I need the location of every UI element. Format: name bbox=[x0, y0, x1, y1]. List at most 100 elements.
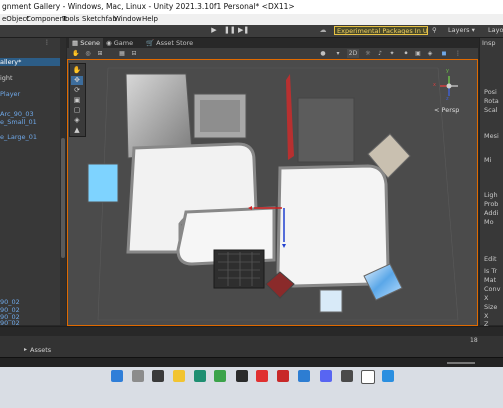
file-explorer-icon[interactable] bbox=[173, 370, 185, 382]
effects-icon[interactable]: ✦ bbox=[387, 49, 397, 58]
inspector-mo: Mo bbox=[484, 218, 494, 226]
menu-window[interactable]: Window bbox=[114, 15, 142, 23]
hierarchy-item-large[interactable]: e_Large_01 bbox=[0, 133, 60, 141]
persp-label[interactable]: < Persp bbox=[434, 106, 459, 114]
window-titlebar: gnment Gallery - Windows, Mac, Linux - U… bbox=[0, 0, 503, 14]
asset-count-label: 18 bbox=[470, 337, 478, 344]
more-icon[interactable]: ⋮ bbox=[44, 39, 50, 46]
tab-inspector[interactable]: Insp bbox=[482, 39, 496, 47]
menu-tools[interactable]: Tools bbox=[62, 15, 79, 23]
hidden-objects-icon[interactable]: ⚫ bbox=[401, 49, 411, 58]
layout-dropdown[interactable]: Layo bbox=[488, 26, 503, 34]
step-icon[interactable]: ▶❚ bbox=[238, 26, 249, 35]
camera-icon[interactable]: ▣ bbox=[413, 49, 423, 58]
dark-block bbox=[297, 97, 355, 163]
scene-menu-icon[interactable]: ⋮ bbox=[453, 49, 463, 58]
menu-help[interactable]: Help bbox=[142, 15, 158, 23]
scale-tool-icon[interactable]: ▣ bbox=[71, 96, 83, 105]
grate-floor bbox=[213, 249, 265, 289]
pivot-icon[interactable]: ◎ bbox=[83, 49, 93, 58]
custom-tool-icon[interactable]: ▲ bbox=[71, 126, 83, 135]
inspector-probes: Prob bbox=[484, 200, 499, 208]
hierarchy-item-90-a[interactable]: 90_02 bbox=[0, 298, 60, 306]
scene-render bbox=[87, 67, 459, 321]
inspector-lighting: Ligh bbox=[484, 191, 498, 199]
shading-sphere-icon[interactable]: ● bbox=[317, 49, 329, 58]
assets-breadcrumb[interactable]: Assets bbox=[30, 346, 51, 354]
hand-tool-icon[interactable]: ✋ bbox=[71, 49, 81, 58]
app-icon[interactable] bbox=[236, 370, 248, 382]
mail-icon[interactable] bbox=[298, 370, 310, 382]
lighting-icon[interactable]: ☼ bbox=[363, 49, 373, 58]
blue-panel bbox=[87, 163, 119, 203]
zoom-slider[interactable] bbox=[447, 362, 475, 364]
audio-icon[interactable]: ♪ bbox=[375, 49, 385, 58]
rotate-tool-icon[interactable]: ⟳ bbox=[71, 86, 83, 95]
main-toolbar: ▶ ❚❚ ▶❚ ☁ Experimental Packages In Use ▾… bbox=[0, 25, 503, 38]
view-tabbar: ▦ Scene ◉ Game 🛒 Asset Store bbox=[67, 38, 478, 48]
gizmos-icon[interactable]: ◈ bbox=[425, 49, 435, 58]
steam-icon[interactable] bbox=[341, 370, 353, 382]
hierarchy-item-scene[interactable]: allery* bbox=[0, 58, 60, 66]
menu-sketchfab[interactable]: Sketchfab bbox=[82, 15, 117, 23]
hierarchy-item-player[interactable]: Player bbox=[0, 90, 60, 98]
cloud-icon[interactable]: ☁ bbox=[318, 26, 328, 35]
tab-scene-label: Scene bbox=[80, 39, 101, 47]
light-cube bbox=[319, 289, 343, 313]
unity-icon[interactable] bbox=[361, 370, 375, 384]
grid-icon[interactable]: ▦ bbox=[117, 49, 127, 58]
folder-icon: ▸ bbox=[24, 346, 28, 353]
edge-icon[interactable] bbox=[194, 370, 206, 382]
mcafee-icon[interactable] bbox=[277, 370, 289, 382]
scene-toolbar: ✋ ◎ ⊞ ▦ ⊟ ● ▾ 2D ☼ ♪ ✦ ⚫ ▣ ◈ ◼ ⋮ bbox=[67, 48, 478, 59]
inspector-panel: Insp Posi Rota Scal Mesi Mi Ligh Prob Ad… bbox=[479, 38, 503, 328]
hierarchy-item-light[interactable]: ight bbox=[0, 74, 60, 82]
rect-tool-icon[interactable]: ▢ bbox=[71, 106, 83, 115]
search-icon[interactable]: ⚲ bbox=[432, 26, 437, 34]
windows-taskbar bbox=[0, 367, 503, 408]
hierarchy-item-small[interactable]: e_Small_01 bbox=[0, 118, 60, 126]
hierarchy-item-arc[interactable]: Arc_90_03 bbox=[0, 110, 60, 118]
tab-asset-store[interactable]: 🛒 Asset Store bbox=[143, 38, 196, 48]
discord-icon[interactable] bbox=[320, 370, 332, 382]
global-icon[interactable]: ⊞ bbox=[95, 49, 105, 58]
project-panel: ▸ Assets 18 bbox=[0, 326, 503, 358]
move-tool-icon[interactable]: ✥ bbox=[71, 76, 83, 85]
tab-game-label: Game bbox=[113, 39, 134, 47]
orientation-gizmo bbox=[440, 76, 458, 96]
transform-tool-icon[interactable]: ◈ bbox=[71, 116, 83, 125]
scene-tools-overlay: ✋ ✥ ⟳ ▣ ▢ ◈ ▲ bbox=[69, 63, 86, 137]
hierarchy-scrollbar[interactable] bbox=[60, 38, 66, 325]
tab-asset-store-label: Asset Store bbox=[156, 39, 194, 47]
play-icon[interactable]: ▶ bbox=[209, 26, 219, 35]
search-taskbar-icon[interactable] bbox=[132, 370, 144, 382]
scene-view[interactable]: y x z < Persp ✋ ✥ ⟳ ▣ ▢ ◈ ▲ bbox=[67, 59, 478, 326]
inspector-material: Mat bbox=[484, 276, 497, 284]
gizmo-toggle-icon[interactable]: ◼ bbox=[439, 49, 449, 58]
experimental-packages-dropdown[interactable]: Experimental Packages In Use ▾ bbox=[334, 26, 428, 35]
layers-dropdown[interactable]: Layers ▾ bbox=[448, 26, 475, 34]
inspector-size-x: X bbox=[484, 312, 489, 320]
pause-icon[interactable]: ❚❚ bbox=[224, 26, 236, 35]
app-red-icon[interactable] bbox=[256, 370, 268, 382]
inspector-x: X bbox=[484, 294, 489, 302]
task-view-icon[interactable] bbox=[152, 370, 164, 382]
project-tabbar bbox=[0, 327, 503, 336]
app-blue-icon[interactable] bbox=[382, 370, 394, 382]
inspector-edit[interactable]: Edit bbox=[484, 255, 497, 263]
shading-dropdown-icon[interactable]: ▾ bbox=[333, 49, 343, 58]
gallery-room-right bbox=[276, 164, 390, 288]
inspector-scale: Scal bbox=[484, 106, 498, 114]
chrome-icon[interactable] bbox=[214, 370, 226, 382]
windows-start-icon[interactable] bbox=[111, 370, 123, 382]
tab-scene[interactable]: ▦ Scene bbox=[69, 38, 104, 48]
tab-game[interactable]: ◉ Game bbox=[103, 38, 136, 48]
inspector-rotation: Rota bbox=[484, 97, 499, 105]
axis-z-label: z bbox=[446, 96, 449, 102]
mode-2d-button[interactable]: 2D bbox=[347, 49, 359, 58]
view-tool-icon[interactable]: ✋ bbox=[71, 66, 83, 75]
menu-component[interactable]: Component bbox=[26, 15, 67, 23]
axis-x-label: x bbox=[433, 82, 436, 88]
hierarchy-panel: ⋮ allery* ight Player Arc_90_03 e_Small_… bbox=[0, 38, 66, 327]
snap-icon[interactable]: ⊟ bbox=[129, 49, 139, 58]
